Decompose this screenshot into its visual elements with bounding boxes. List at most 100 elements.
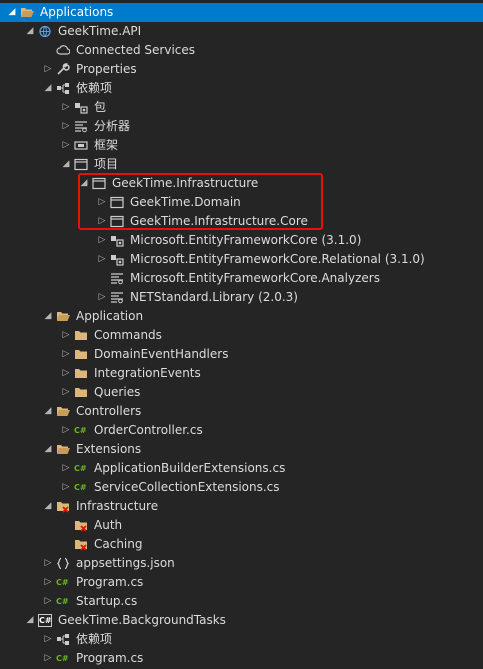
tree-item-label: DomainEventHandlers <box>94 347 229 361</box>
csharp-icon: C# <box>74 464 87 473</box>
tree-item-label: Auth <box>94 518 123 532</box>
web-project-icon <box>38 25 52 38</box>
csharp-icon: C# <box>56 578 69 587</box>
expanded-arrow-icon[interactable]: ◢ <box>42 497 54 516</box>
collapsed-arrow-icon[interactable]: ▷ <box>96 231 108 250</box>
expanded-arrow-icon[interactable]: ◢ <box>6 3 18 22</box>
collapsed-arrow-icon[interactable]: ▷ <box>60 345 72 364</box>
package-icon <box>110 253 124 266</box>
tree-item[interactable]: ▷ Microsoft.EntityFrameworkCore.Relationa… <box>0 250 483 269</box>
collapsed-arrow-icon[interactable]: ▷ <box>96 288 108 307</box>
tree-item[interactable]: ▷ C# Program.cs <box>0 573 483 592</box>
tree-item-label: Program.cs <box>76 575 144 589</box>
collapsed-arrow-icon[interactable]: ▷ <box>42 592 54 611</box>
csharp-icon: C# <box>74 426 87 435</box>
expanded-arrow-icon[interactable]: ◢ <box>42 402 54 421</box>
tree-item-label: 包 <box>94 100 107 114</box>
tree-item[interactable]: ◢ Extensions <box>0 440 483 459</box>
collapsed-arrow-icon[interactable]: ▷ <box>60 459 72 478</box>
json-icon <box>56 557 70 570</box>
tree-item[interactable]: ◢ Applications <box>0 3 483 22</box>
tree-item-label: Startup.cs <box>76 594 138 608</box>
tree-item[interactable]: ▷ 依赖项 <box>0 630 483 649</box>
tree-item[interactable]: ▷ C# OrderController.cs <box>0 421 483 440</box>
collapsed-arrow-icon[interactable]: ▷ <box>60 421 72 440</box>
expanded-arrow-icon[interactable]: ◢ <box>42 440 54 459</box>
collapsed-arrow-icon[interactable]: ▷ <box>60 117 72 136</box>
tree-item[interactable]: ▷ Microsoft.EntityFrameworkCore (3.1.0) <box>0 231 483 250</box>
tree-item-label: Properties <box>76 62 137 76</box>
folder-icon <box>74 386 88 399</box>
tree-item-label: Connected Services <box>76 43 196 57</box>
collapsed-arrow-icon[interactable]: ▷ <box>42 554 54 573</box>
csharp-icon: C# <box>56 597 69 606</box>
tree-item[interactable]: Connected Services <box>0 41 483 60</box>
expanded-arrow-icon[interactable]: ◢ <box>24 611 36 630</box>
tree-item-label: 项目 <box>94 157 119 171</box>
tree-item-label: ServiceCollectionExtensions.cs <box>94 480 280 494</box>
tree-item[interactable]: ▷ 包 <box>0 98 483 117</box>
collapsed-arrow-icon[interactable]: ▷ <box>60 364 72 383</box>
tree-item-label: Application <box>76 309 144 323</box>
tree-item[interactable]: ◢ 项目 <box>0 155 483 174</box>
analyzer-icon <box>74 120 88 133</box>
csharp-project-icon: C# <box>38 614 52 627</box>
collapsed-arrow-icon[interactable]: ▷ <box>42 60 54 79</box>
tree-item[interactable]: ▷ C# Program.cs <box>0 649 483 668</box>
folder-open-icon <box>56 405 70 418</box>
tree-item[interactable]: ◢ C# GeekTime.BackgroundTasks <box>0 611 483 630</box>
tree-item[interactable]: ◢ GeekTime.API <box>0 22 483 41</box>
tree-item-label: 依赖项 <box>76 632 113 646</box>
tree-item[interactable]: ▷ Commands <box>0 326 483 345</box>
dependencies-icon <box>56 633 70 646</box>
tree-item[interactable]: ▷ 分析器 <box>0 117 483 136</box>
tree-item[interactable]: ◢ 依赖项 <box>0 79 483 98</box>
tree-item[interactable]: ▷ IntegrationEvents <box>0 364 483 383</box>
expanded-arrow-icon[interactable]: ◢ <box>60 155 72 174</box>
expanded-arrow-icon[interactable]: ◢ <box>24 22 36 41</box>
tree-item[interactable]: ▷ NETStandard.Library (2.0.3) <box>0 288 483 307</box>
tree-item[interactable]: ▷ Queries <box>0 383 483 402</box>
collapsed-arrow-icon[interactable]: ▷ <box>42 573 54 592</box>
tree-item[interactable]: Microsoft.EntityFrameworkCore.Analyzers <box>0 269 483 288</box>
collapsed-arrow-icon[interactable]: ▷ <box>60 98 72 117</box>
collapsed-arrow-icon[interactable]: ▷ <box>60 383 72 402</box>
tree-item[interactable]: ▷ C# Startup.cs <box>0 592 483 611</box>
tree-item[interactable]: ◢ Controllers <box>0 402 483 421</box>
collapsed-arrow-icon[interactable]: ▷ <box>42 649 54 668</box>
tree-item-label: Microsoft.EntityFrameworkCore.Relational… <box>130 252 425 266</box>
tree-item-label: 框架 <box>94 138 119 152</box>
expanded-arrow-icon[interactable]: ◢ <box>42 307 54 326</box>
dependencies-icon <box>56 82 70 95</box>
collapsed-arrow-icon[interactable]: ▷ <box>96 250 108 269</box>
highlight-annotation-box <box>78 173 323 230</box>
analyzer-icon <box>110 272 124 285</box>
package-icon <box>110 234 124 247</box>
tree-item[interactable]: ◢ Application <box>0 307 483 326</box>
tree-item[interactable]: ▷ 框架 <box>0 136 483 155</box>
collapsed-arrow-icon[interactable]: ▷ <box>42 630 54 649</box>
expanded-arrow-icon[interactable]: ◢ <box>42 79 54 98</box>
tree-item[interactable]: ▷ DomainEventHandlers <box>0 345 483 364</box>
tree-item-label: ApplicationBuilderExtensions.cs <box>94 461 286 475</box>
tree-item[interactable]: ▷ appsettings.json <box>0 554 483 573</box>
tree-item[interactable]: Auth <box>0 516 483 535</box>
folder-icon <box>74 348 88 361</box>
folder-excluded-icon <box>74 519 88 532</box>
wrench-icon <box>56 63 70 76</box>
solution-explorer-tree: ◢ Applications ◢ GeekTime.API Connected Serv… <box>0 3 483 668</box>
tree-item[interactable]: ▷ Properties <box>0 60 483 79</box>
tree-item[interactable]: ▷ C# ApplicationBuilderExtensions.cs <box>0 459 483 478</box>
tree-item-label: 依赖项 <box>76 81 113 95</box>
tree-item-label: GeekTime.BackgroundTasks <box>58 613 226 627</box>
folder-icon <box>74 367 88 380</box>
collapsed-arrow-icon[interactable]: ▷ <box>60 136 72 155</box>
tree-item[interactable]: Caching <box>0 535 483 554</box>
collapsed-arrow-icon[interactable]: ▷ <box>60 326 72 345</box>
tree-item-label: GeekTime.API <box>58 24 142 38</box>
tree-item[interactable]: ▷ C# ServiceCollectionExtensions.cs <box>0 478 483 497</box>
tree-item[interactable]: ◢ Infrastructure <box>0 497 483 516</box>
tree-item-label: 分析器 <box>94 119 131 133</box>
framework-icon <box>74 139 88 152</box>
collapsed-arrow-icon[interactable]: ▷ <box>60 478 72 497</box>
